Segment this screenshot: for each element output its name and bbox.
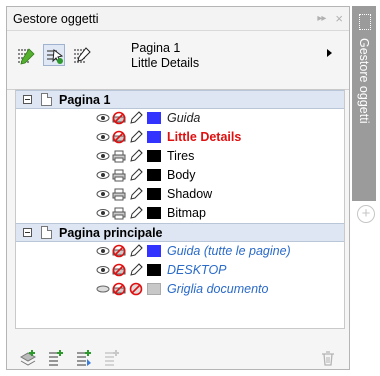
object-manager-panel: Gestore oggetti ▸▸ × Pagina 1 Little Det… xyxy=(6,6,350,370)
eye-icon[interactable] xyxy=(96,244,110,258)
layer-label: Guida xyxy=(167,111,201,125)
pin-icon[interactable]: ▸▸ xyxy=(317,13,326,24)
eye-icon[interactable] xyxy=(96,263,110,277)
new-master-layer-odd-icon[interactable] xyxy=(103,349,121,367)
layer-row[interactable]: Guida (tutte le pagine) xyxy=(16,242,344,261)
layer-row[interactable]: Tires xyxy=(16,147,344,166)
side-tab-label: Gestore oggetti xyxy=(357,38,371,124)
pencil-icon[interactable] xyxy=(129,187,143,201)
layer-label: Guida (tutte le pagine) xyxy=(167,244,291,258)
layer-row[interactable]: Little Details xyxy=(16,128,344,147)
current-layer-label: Little Details xyxy=(131,56,200,70)
bottom-toolbar xyxy=(7,343,349,369)
printer-icon[interactable] xyxy=(112,168,126,182)
group-row[interactable]: Pagina 1 xyxy=(16,90,344,109)
new-master-layer-icon[interactable] xyxy=(47,349,65,367)
layer-row[interactable]: DESKTOP xyxy=(16,261,344,280)
collapse-icon[interactable] xyxy=(23,95,32,104)
no-print-icon[interactable] xyxy=(112,244,126,258)
delete-icon[interactable] xyxy=(319,349,337,367)
page-icon xyxy=(41,226,52,239)
group-label: Pagina principale xyxy=(59,226,163,240)
hidden-icon[interactable] xyxy=(96,282,110,296)
layer-row[interactable]: Body xyxy=(16,166,344,185)
layer-color-swatch[interactable] xyxy=(147,150,161,162)
layer-label: Little Details xyxy=(167,130,242,144)
eye-icon[interactable] xyxy=(96,149,110,163)
collapse-icon[interactable] xyxy=(23,228,32,237)
pencil-icon[interactable] xyxy=(129,206,143,220)
group-label: Pagina 1 xyxy=(59,93,111,107)
layer-color-swatch[interactable] xyxy=(147,283,161,295)
pencil-icon[interactable] xyxy=(129,111,143,125)
layer-row[interactable]: Bitmap xyxy=(16,204,344,223)
side-tab-object-manager[interactable]: Gestore oggetti xyxy=(352,6,376,201)
layer-row[interactable]: Guida xyxy=(16,109,344,128)
locked-icon[interactable] xyxy=(129,282,143,296)
layer-label: Bitmap xyxy=(167,206,206,220)
close-icon[interactable]: × xyxy=(335,11,343,26)
layer-label: Shadow xyxy=(167,187,213,201)
printer-icon[interactable] xyxy=(112,149,126,163)
page-menu-arrow-icon[interactable] xyxy=(327,49,332,57)
side-tab-icon xyxy=(359,14,371,30)
no-print-icon[interactable] xyxy=(112,263,126,277)
eye-icon[interactable] xyxy=(96,168,110,182)
no-print-icon[interactable] xyxy=(112,130,126,144)
group-row[interactable]: Pagina principale xyxy=(16,223,344,242)
pencil-icon[interactable] xyxy=(129,263,143,277)
eye-icon[interactable] xyxy=(96,130,110,144)
pencil-icon[interactable] xyxy=(129,168,143,182)
layer-color-swatch[interactable] xyxy=(147,245,161,257)
edit-across-layers-icon[interactable] xyxy=(43,44,65,66)
layer-color-swatch[interactable] xyxy=(147,188,161,200)
pencil-icon[interactable] xyxy=(129,244,143,258)
layer-label: DESKTOP xyxy=(167,263,227,277)
eye-icon[interactable] xyxy=(96,111,110,125)
eye-icon[interactable] xyxy=(96,206,110,220)
layer-row[interactable]: Shadow xyxy=(16,185,344,204)
layer-color-swatch[interactable] xyxy=(147,264,161,276)
layer-manager-view-icon[interactable] xyxy=(71,45,93,67)
pencil-icon[interactable] xyxy=(129,130,143,144)
new-layer-icon[interactable] xyxy=(19,349,37,367)
new-master-layer-all-icon[interactable] xyxy=(75,349,93,367)
layer-label: Body xyxy=(167,168,196,182)
layer-color-swatch[interactable] xyxy=(147,207,161,219)
no-print-icon[interactable] xyxy=(112,282,126,296)
toolbar: Pagina 1 Little Details xyxy=(7,31,349,90)
eye-icon[interactable] xyxy=(96,187,110,201)
layer-row[interactable]: Griglia documento xyxy=(16,280,344,299)
panel-titlebar: Gestore oggetti ▸▸ × xyxy=(7,7,349,31)
layer-label: Tires xyxy=(167,149,195,163)
current-page-label: Pagina 1 xyxy=(131,41,181,55)
show-object-properties-icon[interactable] xyxy=(15,45,37,67)
page-icon xyxy=(41,93,52,106)
printer-icon[interactable] xyxy=(112,206,126,220)
layer-color-swatch[interactable] xyxy=(147,112,161,124)
add-docker-icon[interactable]: + xyxy=(357,205,375,223)
panel-title: Gestore oggetti xyxy=(13,11,99,26)
current-page-info: Pagina 1 Little Details xyxy=(131,41,199,71)
printer-icon[interactable] xyxy=(112,187,126,201)
no-print-icon[interactable] xyxy=(112,111,126,125)
layer-color-swatch[interactable] xyxy=(147,131,161,143)
layer-color-swatch[interactable] xyxy=(147,169,161,181)
pencil-icon[interactable] xyxy=(129,149,143,163)
layer-label: Griglia documento xyxy=(167,282,269,296)
object-tree: Pagina 1 Guida Little Details Tires Body Shad… xyxy=(15,89,345,329)
